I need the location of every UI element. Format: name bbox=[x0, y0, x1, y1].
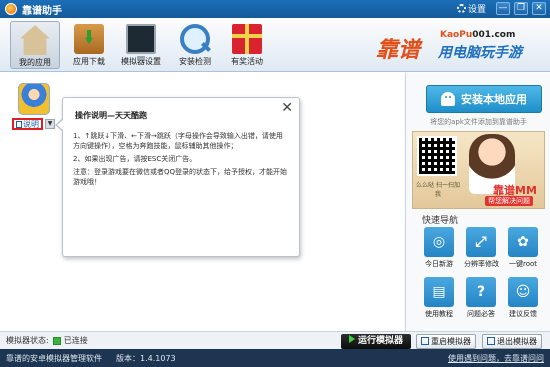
install-local-app-button[interactable]: 安装本地应用 bbox=[426, 85, 542, 113]
brand-slogan: 用电脑玩手游 bbox=[438, 45, 522, 61]
nav-label: 一键root bbox=[508, 260, 538, 268]
emulator-status-value: 已连接 bbox=[63, 336, 88, 345]
install-label: 安装本地应用 bbox=[461, 93, 527, 106]
app-instructions-button[interactable]: 说明 bbox=[12, 118, 43, 130]
nav-faq[interactable]: ? 问题必答 bbox=[464, 277, 498, 319]
install-hint: 将您的apk文件添加到靠谱助手 bbox=[430, 118, 527, 126]
close-window-button[interactable]: ✕ bbox=[532, 2, 546, 15]
exit-emulator-button[interactable]: 退出模拟器 bbox=[482, 334, 542, 349]
nav-label: 分辨率修改 bbox=[464, 260, 499, 268]
status-ok-icon bbox=[52, 336, 61, 345]
gear-icon bbox=[456, 4, 466, 13]
app-item[interactable]: 说明 ▼ bbox=[12, 83, 58, 130]
brand-url: KaoPu001.com bbox=[440, 30, 515, 40]
nav-tutorial[interactable]: ▤ 使用教程 bbox=[422, 277, 456, 319]
exit-label: 退出模拟器 bbox=[497, 337, 537, 346]
nav-root[interactable]: ✿ 一键root bbox=[506, 227, 540, 269]
app-menu-dropdown[interactable]: ▼ bbox=[45, 119, 55, 129]
house-icon bbox=[20, 25, 50, 55]
restore-button[interactable]: ❐ bbox=[514, 2, 528, 15]
popup-body: 1、↑跳跃↓下滑、←下滑→跳跃（字母操作会导致输入出错，请使用方向键操作），空格… bbox=[73, 131, 289, 187]
nav-feedback[interactable]: ☺ 建议反馈 bbox=[506, 277, 540, 319]
nav-resolution[interactable]: ⤢ 分辨率修改 bbox=[464, 227, 499, 269]
gamepad-icon: ◎ bbox=[424, 227, 454, 257]
instructions-popup: ✕ 操作说明—天天酷跑 1、↑跳跃↓下滑、←下滑→跳跃（字母操作会导致输入出错，… bbox=[55, 97, 300, 257]
tab-rewards[interactable]: 有奖活动 bbox=[222, 21, 272, 69]
right-panel: 安装本地应用 将您的apk文件添加到靠谱助手 么么哒 扫一扫加我 靠谱MM 帮您… bbox=[405, 73, 550, 331]
tab-label: 安装检测 bbox=[179, 57, 211, 66]
footer-bar: 靠谱的安卓模拟器管理软件 版本：1.4.1073 使用遇到问题，去靠谱问问 bbox=[0, 349, 550, 367]
tab-emulator-settings[interactable]: 模拟器设置 bbox=[116, 21, 166, 69]
nav-label: 问题必答 bbox=[467, 310, 495, 318]
game-avatar-icon[interactable] bbox=[18, 83, 50, 115]
play-icon bbox=[348, 335, 355, 343]
gift-icon bbox=[232, 24, 262, 54]
tab-app-download[interactable]: 应用下载 bbox=[64, 21, 114, 69]
restart-icon bbox=[421, 337, 429, 345]
title-bar: 靠谱助手 设置 — ❐ ✕ bbox=[0, 0, 550, 18]
magnifier-icon bbox=[180, 24, 210, 54]
brand-url-suffix: 001.com bbox=[472, 30, 516, 40]
settings-label: 设置 bbox=[467, 5, 486, 15]
settings-button[interactable]: 设置 bbox=[456, 2, 486, 15]
brand-url-prefix: KaoPu bbox=[440, 30, 473, 40]
popup-line-2: 2、如果出现广告，请按ESC关闭广告。 bbox=[73, 155, 197, 163]
android-icon bbox=[441, 92, 455, 106]
resize-icon: ⤢ bbox=[466, 227, 496, 257]
qr-code-icon bbox=[417, 136, 457, 176]
brand-logo: 靠谱 KaoPu001.com 用电脑玩手游 bbox=[376, 30, 544, 63]
nav-label: 使用教程 bbox=[425, 310, 453, 318]
promo-subtitle: 帮您解决问题 bbox=[485, 196, 533, 206]
popup-line-3: 注意：登录游戏要在微信或者QQ登录的状态下，给予授权，才能开始游戏哦！ bbox=[73, 168, 288, 186]
tab-label: 有奖活动 bbox=[231, 57, 263, 66]
popup-title: 操作说明—天天酷跑 bbox=[75, 111, 147, 120]
emulator-status-label: 模拟器状态: bbox=[6, 336, 49, 345]
monitor-icon bbox=[126, 24, 156, 60]
restart-emulator-button[interactable]: 重启模拟器 bbox=[416, 334, 476, 349]
quick-nav-title: 快速导航 bbox=[422, 216, 459, 226]
brand-name: 靠谱 bbox=[376, 37, 421, 63]
root-icon: ✿ bbox=[508, 227, 538, 257]
tab-install-check[interactable]: 安装检测 bbox=[170, 21, 220, 69]
feedback-icon: ☺ bbox=[508, 277, 538, 307]
my-apps-area: 说明 ▼ ✕ 操作说明—天天酷跑 1、↑跳跃↓下滑、←下滑→跳跃（字母操作会导致… bbox=[0, 73, 404, 331]
window-controls: 设置 — ❐ ✕ bbox=[456, 2, 546, 15]
question-icon: ? bbox=[466, 277, 496, 307]
document-icon bbox=[16, 121, 22, 128]
promo-banner[interactable]: 么么哒 扫一扫加我 靠谱MM 帮您解决问题 bbox=[412, 131, 545, 209]
qr-caption: 么么哒 扫一扫加我 bbox=[416, 182, 460, 198]
nav-label: 今日新游 bbox=[425, 260, 453, 268]
download-box-icon bbox=[74, 24, 104, 54]
tab-label: 应用下载 bbox=[73, 57, 105, 66]
tab-my-apps[interactable]: 我的应用 bbox=[10, 21, 60, 69]
app-label-row: 说明 ▼ bbox=[12, 118, 58, 130]
exit-icon bbox=[487, 337, 495, 345]
popup-line-1: 1、↑跳跃↓下滑、←下滑→跳跃（字母操作会导致输入出错，请使用方向键操作），空格… bbox=[73, 132, 283, 150]
app-logo-icon bbox=[5, 3, 17, 15]
help-link[interactable]: 使用遇到问题，去靠谱问问 bbox=[448, 353, 544, 364]
run-emulator-button[interactable]: 运行模拟器 bbox=[341, 334, 411, 349]
close-icon[interactable]: ✕ bbox=[281, 100, 293, 116]
run-label: 运行模拟器 bbox=[357, 336, 403, 346]
minimize-button[interactable]: — bbox=[496, 2, 510, 15]
nav-label: 建议反馈 bbox=[509, 310, 537, 318]
footer-version: 版本：1.4.1073 bbox=[116, 353, 176, 363]
book-icon: ▤ bbox=[424, 277, 454, 307]
window-title: 靠谱助手 bbox=[22, 5, 62, 17]
nav-new-games[interactable]: ◎ 今日新游 bbox=[422, 227, 456, 269]
restart-label: 重启模拟器 bbox=[431, 337, 471, 346]
footer-app-name: 靠谱的安卓模拟器管理软件 bbox=[6, 353, 102, 363]
app-label-text: 说明 bbox=[23, 120, 39, 129]
main-toolbar: 我的应用 应用下载 模拟器设置 安装检测 有奖活动 靠谱 KaoPu001.co… bbox=[0, 18, 550, 72]
emulator-status-bar: 模拟器状态: 已连接 运行模拟器 重启模拟器 退出模拟器 bbox=[0, 331, 550, 349]
tab-label: 我的应用 bbox=[19, 58, 51, 67]
